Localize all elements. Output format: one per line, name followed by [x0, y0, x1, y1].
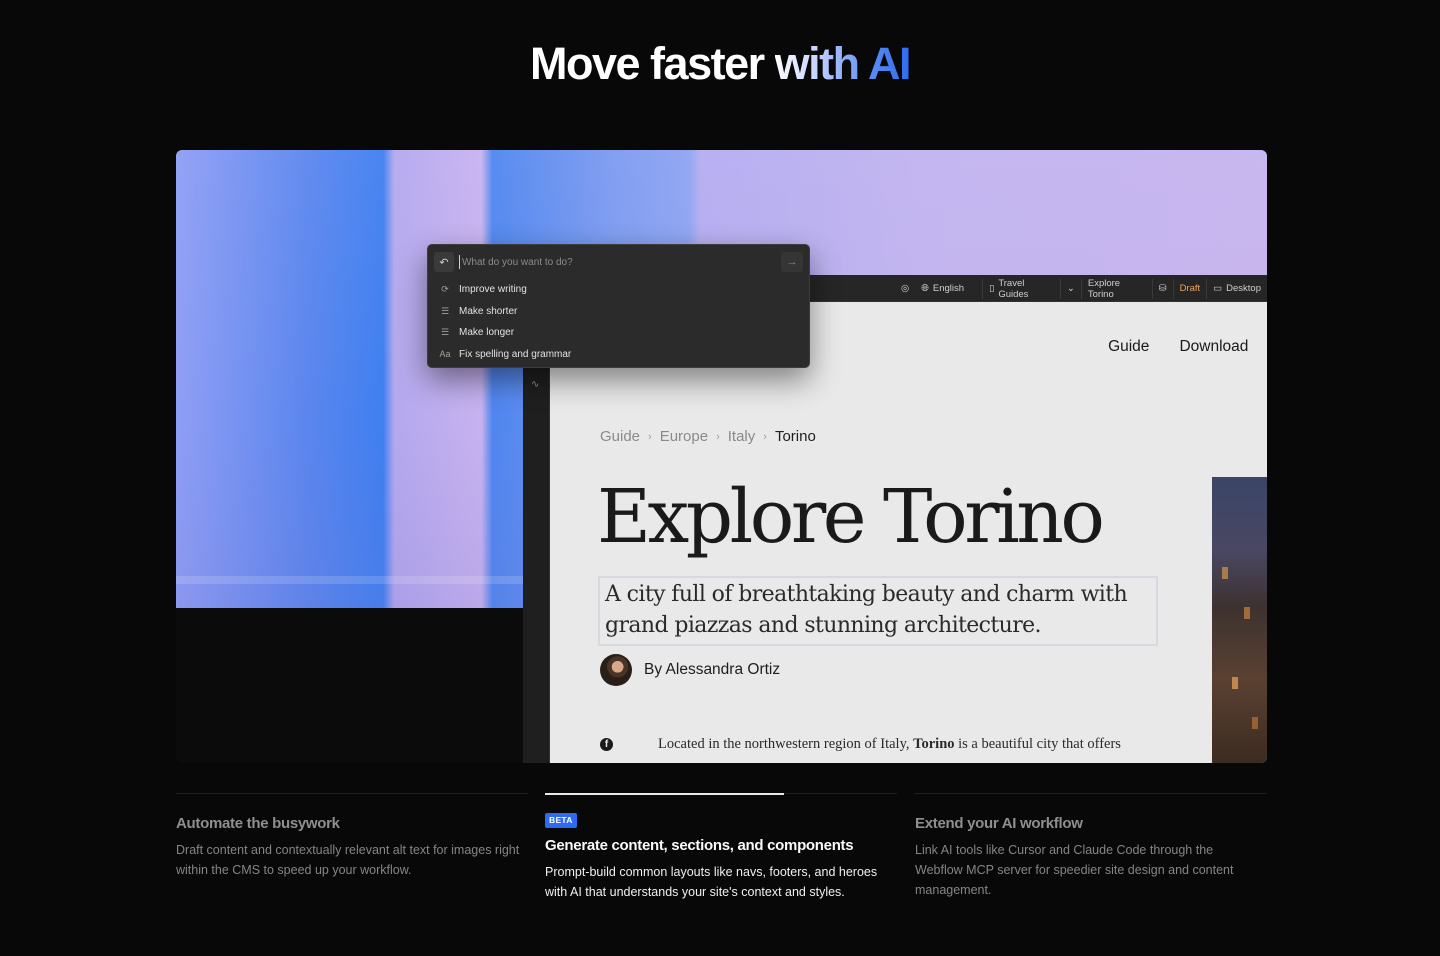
activity-icon[interactable]: ∿	[531, 379, 539, 390]
ai-prompt-row: ↶ →	[434, 251, 803, 273]
text-case-icon: Aa	[439, 349, 451, 360]
globe-icon: 🌐︎	[921, 283, 929, 294]
feature-title: Automate the busywork	[176, 815, 340, 832]
lines-short-icon: ☰	[440, 305, 450, 316]
nav-link-download[interactable]: Download	[1179, 338, 1248, 356]
site-nav: Guide Download L	[1108, 338, 1267, 356]
chevron-right-icon: ›	[648, 430, 652, 443]
breadcrumb: Guide › Europe › Italy › Torino	[600, 428, 816, 445]
ai-action-improve-writing[interactable]: ⟳ Improve writing	[428, 279, 809, 301]
focus-icon[interactable]: ◎	[895, 279, 915, 299]
feature-title: Extend your AI workflow	[915, 815, 1083, 832]
desktop-icon: ▭	[1213, 283, 1223, 294]
author-name: By Alessandra Ortiz	[644, 661, 781, 678]
ai-action-fix-spelling[interactable]: Aa Fix spelling and grammar	[428, 344, 809, 366]
chevron-right-icon: ›	[716, 430, 720, 443]
ai-prompt-input[interactable]	[459, 255, 781, 269]
page-title[interactable]: Explore Torino	[597, 480, 1105, 554]
breadcrumb-italy[interactable]: Italy	[728, 428, 756, 445]
tab-progress-bar	[545, 793, 784, 795]
page-selector[interactable]: Explore Torino	[1080, 277, 1152, 300]
body-text-start: Located in the northwestern region of It…	[658, 736, 910, 752]
gradient-strip	[176, 576, 523, 584]
breadcrumb-guide[interactable]: Guide	[600, 428, 640, 445]
nav-link-guide[interactable]: Guide	[1108, 338, 1149, 356]
tab-divider	[176, 793, 528, 794]
body-text-end: is a beautiful city that offers	[958, 736, 1121, 752]
facebook-icon[interactable]: f	[600, 738, 613, 751]
designer-canvas: Guide Download L Guide › Europe › Italy …	[550, 302, 1267, 763]
ai-action-label: Make shorter	[459, 305, 518, 317]
refresh-icon: ⟳	[441, 284, 449, 295]
headline-part-1: Move faster	[530, 38, 765, 89]
designer-left-sidebar	[523, 302, 550, 763]
feature-description: Link AI tools like Cursor and Claude Cod…	[915, 843, 1234, 897]
topbar-controls: ◎ 🌐︎ English ▯ Travel Guides ⌄ Explore T…	[895, 275, 1267, 302]
arrow-right-icon[interactable]: →	[781, 252, 803, 272]
cms-icon[interactable]: ⛁	[1151, 278, 1173, 299]
avatar	[600, 654, 632, 686]
language-selector[interactable]: 🌐︎ English	[915, 279, 970, 299]
product-demo: ◎ 🌐︎ English ▯ Travel Guides ⌄ Explore T…	[176, 150, 1267, 763]
headline: Move faster with AI	[0, 38, 1440, 90]
status-badge[interactable]: Draft	[1172, 278, 1207, 299]
ai-assistant-popup: ↶ → ⟳ Improve writing ☰ Make shorter ☰ M…	[427, 244, 810, 368]
ai-action-make-longer[interactable]: ☰ Make longer	[428, 322, 809, 344]
city-photo	[1212, 477, 1267, 763]
feature-title: Generate content, sections, and componen…	[545, 837, 854, 854]
ai-action-label: Fix spelling and grammar	[459, 348, 572, 360]
collection-label: Travel Guides	[998, 277, 1029, 300]
beta-badge: BETA	[545, 813, 577, 828]
breakpoint-label: Desktop	[1226, 283, 1261, 294]
undo-icon[interactable]: ↶	[434, 252, 454, 272]
article-body: f Located in the northwestern region of …	[600, 736, 1121, 753]
article-paragraph[interactable]: Located in the northwestern region of It…	[658, 736, 1121, 753]
ai-action-make-shorter[interactable]: ☰ Make shorter	[428, 301, 809, 323]
breadcrumb-europe[interactable]: Europe	[660, 428, 708, 445]
breadcrumb-torino: Torino	[774, 428, 816, 445]
feature-description: Draft content and contextually relevant …	[176, 843, 520, 877]
collection-selector[interactable]: ▯ Travel Guides	[982, 277, 1060, 300]
language-label: English	[932, 283, 965, 294]
body-text-bold: Torino	[913, 736, 955, 752]
page-icon: ▯	[989, 283, 995, 294]
headline-part-2: with AI	[774, 38, 912, 89]
ai-action-list: ⟳ Improve writing ☰ Make shorter ☰ Make …	[428, 279, 809, 365]
breakpoint-selector[interactable]: ▭ Desktop	[1206, 278, 1267, 299]
ai-action-label: Make longer	[459, 327, 515, 339]
feature-description: Prompt-build common layouts like navs, f…	[545, 865, 878, 899]
lines-long-icon: ☰	[440, 327, 450, 338]
page-label: Explore Torino	[1087, 277, 1121, 300]
selected-subtitle[interactable]: A city full of breathtaking beauty and c…	[598, 576, 1158, 646]
tab-divider	[915, 793, 1267, 794]
author-byline: By Alessandra Ortiz	[600, 654, 780, 686]
ai-action-label: Improve writing	[459, 284, 527, 296]
chevron-right-icon: ›	[763, 430, 767, 443]
chevron-down-icon[interactable]: ⌄	[1059, 278, 1081, 299]
